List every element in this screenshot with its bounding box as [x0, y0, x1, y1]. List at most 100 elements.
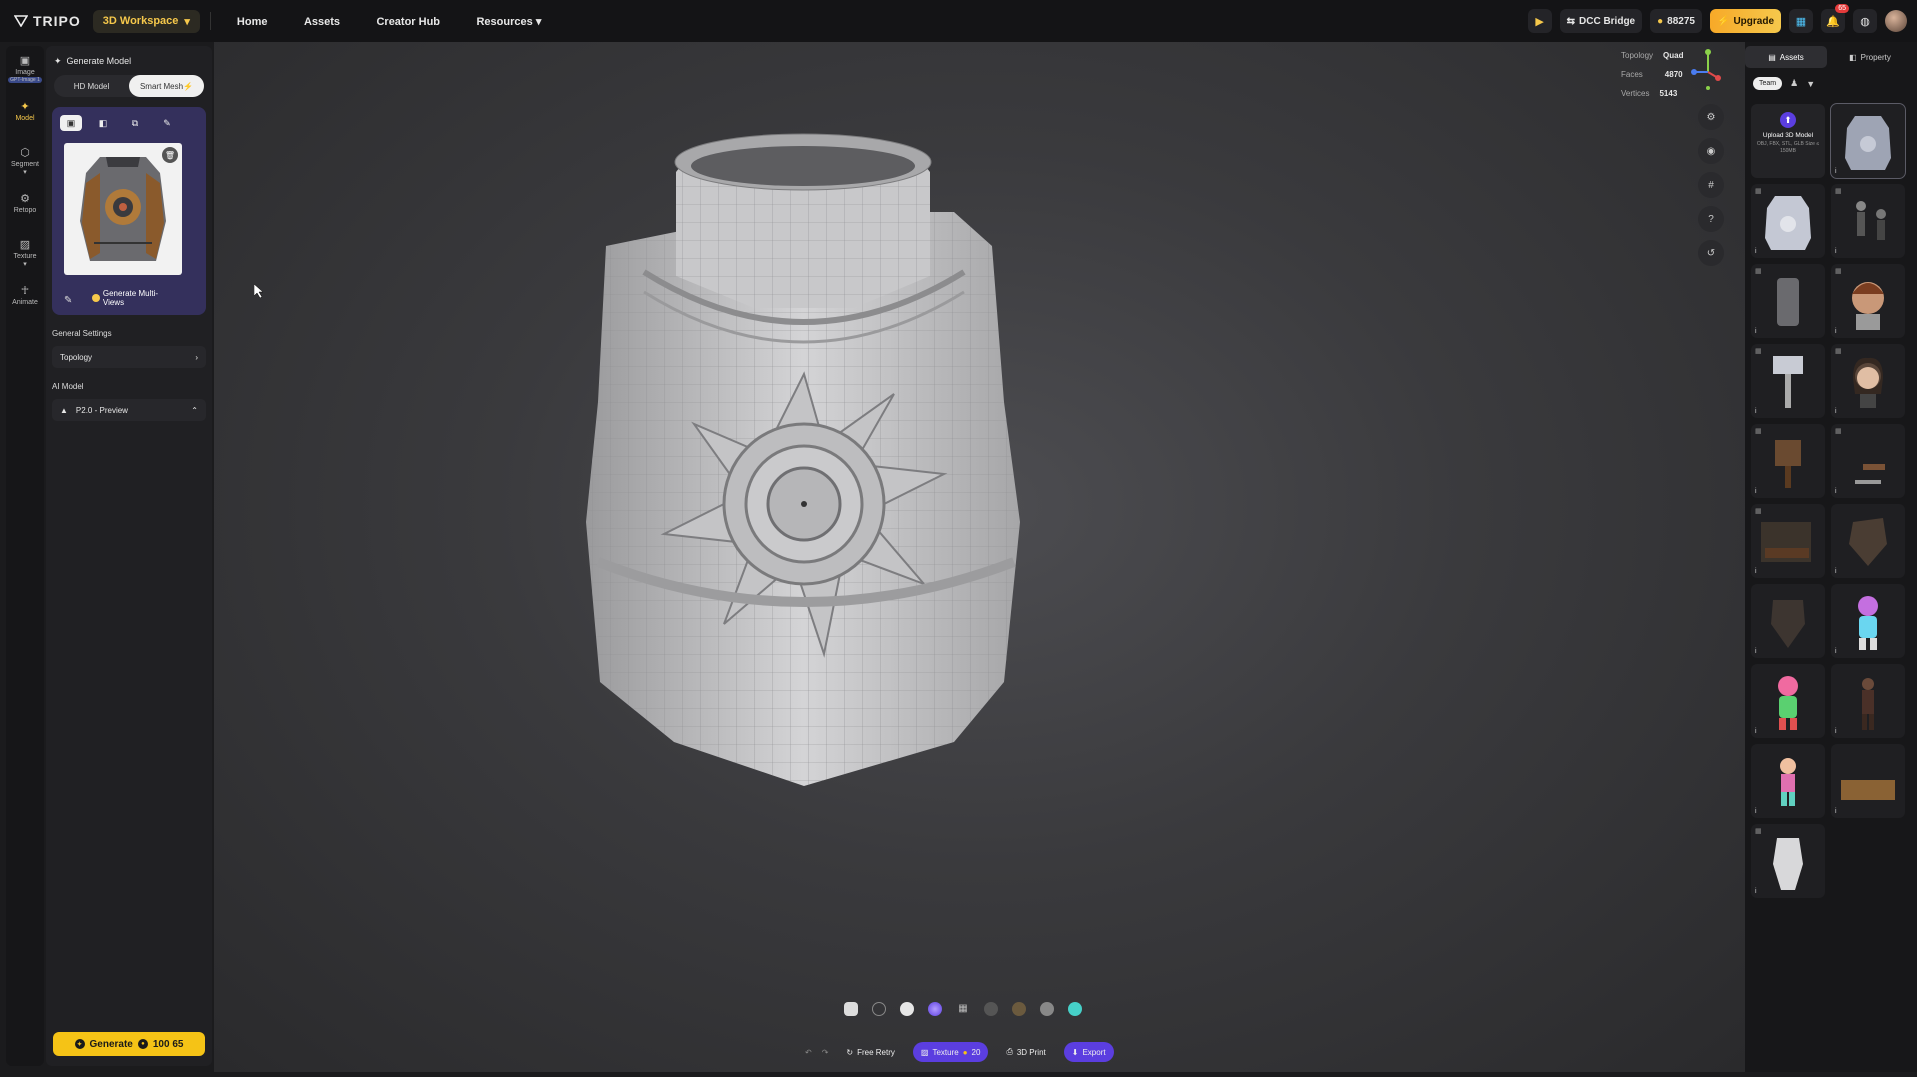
nav-creator-hub[interactable]: Creator Hub — [376, 16, 440, 28]
model-view-button[interactable] — [844, 1002, 858, 1016]
info-icon[interactable]: i — [1835, 168, 1837, 175]
user-icon[interactable]: ♟ — [1790, 78, 1798, 89]
asset-thumbnail[interactable]: i — [1831, 744, 1905, 818]
info-icon[interactable]: i — [1755, 808, 1757, 815]
asset-thumbnail[interactable]: i — [1831, 504, 1905, 578]
env-studio-button[interactable] — [1040, 1002, 1054, 1016]
asset-thumbnail[interactable]: ▦ i — [1751, 424, 1825, 498]
asset-thumbnail[interactable]: ▦ i — [1751, 264, 1825, 338]
generate-button[interactable]: ✦ Generate ● 100 65 — [53, 1032, 205, 1056]
info-icon[interactable]: i — [1835, 648, 1837, 655]
rail-item-label: Model — [15, 115, 35, 122]
delete-image-button[interactable]: 🗑 — [162, 147, 178, 163]
info-icon[interactable]: i — [1835, 728, 1837, 735]
info-icon[interactable]: i — [1835, 808, 1837, 815]
rail-item-texture[interactable]: ▨ Texture ▾ — [6, 230, 44, 276]
asset-thumbnail[interactable]: i — [1830, 103, 1906, 179]
env-teal-button[interactable] — [1068, 1002, 1082, 1016]
tab-assets[interactable]: ▤ Assets — [1745, 46, 1827, 68]
tripo-logo[interactable]: TRIPO — [14, 13, 81, 29]
image-input-tab[interactable]: ▣ — [60, 115, 82, 131]
undo-icon[interactable]: ↶ — [805, 1048, 812, 1057]
team-filter-chip[interactable]: Team — [1753, 77, 1783, 90]
play-tutorial-button[interactable]: ▶ — [1527, 9, 1552, 33]
tab-property[interactable]: ◧ Property — [1829, 46, 1911, 68]
avatar[interactable] — [1885, 10, 1907, 32]
3d-print-button[interactable]: ⎙ 3D Print — [998, 1042, 1053, 1062]
info-icon[interactable]: i — [1835, 328, 1837, 335]
info-icon[interactable]: i — [1755, 728, 1757, 735]
notifications-button[interactable]: 🔔 65 — [1821, 4, 1849, 33]
history-button[interactable]: ↺ — [1698, 240, 1724, 266]
asset-thumbnail[interactable]: i — [1751, 744, 1825, 818]
language-button[interactable]: ◍ — [1853, 9, 1877, 33]
info-icon[interactable]: i — [1755, 488, 1757, 495]
env-warm-button[interactable] — [1012, 1002, 1026, 1016]
generate-multiviews-button[interactable]: Generate Multi-Views — [92, 289, 178, 307]
hd-model-tab[interactable]: HD Model — [54, 75, 129, 97]
info-icon[interactable]: i — [1835, 488, 1837, 495]
info-icon[interactable]: i — [1755, 568, 1757, 575]
nav-home[interactable]: Home — [237, 16, 268, 28]
info-icon[interactable]: i — [1835, 568, 1837, 575]
asset-thumbnail[interactable]: i — [1831, 664, 1905, 738]
free-retry-button[interactable]: ↻ Free Retry — [838, 1042, 903, 1062]
magic-wand-icon[interactable]: ✎ — [64, 295, 72, 306]
solid-mode-button[interactable] — [900, 1002, 914, 1016]
asset-thumbnail[interactable]: ▦ i — [1751, 504, 1825, 578]
asset-thumbnail[interactable]: ▦ i — [1751, 184, 1825, 258]
help-button[interactable]: ? — [1698, 206, 1724, 232]
wireframe-mode-button[interactable] — [872, 1002, 886, 1016]
credits-display[interactable]: ● 88275 — [1650, 9, 1702, 33]
dcc-bridge-button[interactable]: ⇆ DCC Bridge — [1559, 9, 1643, 33]
uv-mode-button[interactable]: ▦ — [956, 1002, 970, 1016]
material-mode-button[interactable] — [928, 1002, 942, 1016]
rail-item-model[interactable]: ✦ Model — [6, 92, 44, 138]
info-icon[interactable]: i — [1755, 408, 1757, 415]
sketch-input-tab[interactable]: ✎ — [156, 115, 178, 131]
asset-thumbnail[interactable]: ▦ i — [1751, 824, 1825, 898]
multiview-input-tab[interactable]: ◧ — [92, 115, 114, 131]
redo-icon[interactable]: ↷ — [822, 1048, 829, 1057]
ai-model-select[interactable]: ▲ P2.0 - Preview ⌃ — [52, 399, 206, 421]
rail-item-image[interactable]: ▣ Image GPT-Image 1 — [6, 46, 44, 92]
smart-mesh-tab[interactable]: Smart Mesh ⚡ — [129, 75, 204, 97]
armor-mesh-model[interactable] — [214, 42, 1745, 1072]
asset-thumbnail[interactable]: i — [1831, 584, 1905, 658]
settings-button[interactable]: ⚙ — [1698, 104, 1724, 130]
asset-thumbnail[interactable]: ▦ i — [1831, 264, 1905, 338]
filter-icon[interactable]: ▼ — [1806, 79, 1815, 89]
asset-thumbnail[interactable]: i — [1751, 664, 1825, 738]
env-dark-button[interactable] — [984, 1002, 998, 1016]
rail-item-retopo[interactable]: ⚙ Retopo — [6, 184, 44, 230]
info-icon[interactable]: i — [1755, 888, 1757, 895]
asset-thumbnail[interactable]: ▦ i — [1831, 344, 1905, 418]
apps-button[interactable]: ▦ — [1789, 9, 1813, 33]
info-icon[interactable]: i — [1835, 408, 1837, 415]
nav-resources[interactable]: Resources ▾ — [476, 16, 541, 28]
rail-item-segment[interactable]: ⬡ Segment ▾ — [6, 138, 44, 184]
texture-button[interactable]: ▨ Texture ● 20 — [912, 1042, 989, 1062]
asset-thumbnail[interactable]: ▦ i — [1831, 424, 1905, 498]
3d-viewport[interactable] — [214, 42, 1745, 1072]
grid-toggle-button[interactable]: # — [1698, 172, 1724, 198]
info-icon[interactable]: i — [1755, 328, 1757, 335]
info-icon[interactable]: i — [1755, 648, 1757, 655]
upload-3d-model-card[interactable]: ⬆ Upload 3D Model OBJ, FBX, STL, GLB Siz… — [1751, 104, 1825, 178]
mesh-icon: ▦ — [1755, 268, 1762, 275]
export-button[interactable]: ⬇ Export — [1063, 1042, 1114, 1062]
topology-setting[interactable]: Topology › — [52, 346, 206, 368]
topology-label: Topology — [60, 352, 93, 362]
batch-input-tab[interactable]: ⧉ — [124, 115, 146, 131]
workspace-dropdown[interactable]: 3D Workspace ▾ — [92, 9, 200, 33]
asset-thumbnail[interactable]: i — [1751, 584, 1825, 658]
axis-gizmo[interactable] — [1688, 48, 1728, 92]
nav-assets[interactable]: Assets — [304, 16, 340, 28]
asset-thumbnail[interactable]: ▦ i — [1751, 344, 1825, 418]
info-icon[interactable]: i — [1835, 248, 1837, 255]
screenshot-button[interactable]: ◉ — [1698, 138, 1724, 164]
rail-item-animate[interactable]: ☥ Animate — [6, 276, 44, 322]
info-icon[interactable]: i — [1755, 248, 1757, 255]
upgrade-button[interactable]: ⚡ Upgrade — [1709, 9, 1781, 33]
asset-thumbnail[interactable]: ▦ i — [1831, 184, 1905, 258]
